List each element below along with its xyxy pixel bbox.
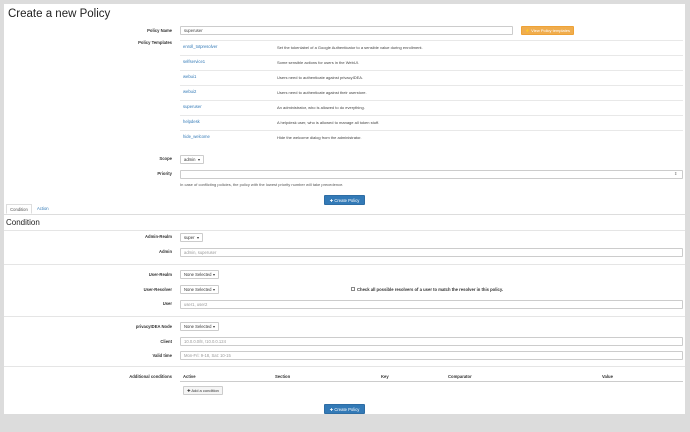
divider [4, 264, 685, 265]
plus-icon: ✚ [329, 407, 334, 412]
col-active: Active [183, 374, 196, 379]
priority-input[interactable] [180, 170, 683, 179]
user-realm-label: User-Realm [148, 272, 172, 277]
view-templates-button[interactable]: ⚡ View Policy templates [521, 26, 574, 35]
add-condition-button[interactable]: ✚ Add a condition [183, 386, 223, 395]
divider [4, 230, 685, 231]
valid-time-input[interactable]: Mon-Fri: 9-18, Sat: 10-15 [180, 351, 683, 360]
template-row: webui1 Users need to authenticate against… [180, 70, 683, 86]
pi-node-value: None Selected [184, 324, 212, 329]
user-realm-value: None Selected [184, 272, 212, 277]
view-templates-label: View Policy templates [531, 28, 570, 33]
user-realm-select[interactable]: None Selected [180, 270, 219, 279]
client-label: Client [160, 339, 172, 344]
template-link[interactable]: webui2 [183, 89, 196, 94]
template-description: Set the tokenlabel of a Google Authentic… [277, 45, 423, 50]
user-label: User [162, 301, 172, 306]
create-policy-label: Create Policy [334, 198, 360, 203]
check-all-resolvers-label: Check all possible resolvers of a user t… [357, 287, 504, 292]
user-resolver-value: None Selected [184, 287, 212, 292]
create-policy-button-bottom[interactable]: ✚ Create Policy [324, 404, 365, 414]
admin-realm-select[interactable]: super [180, 233, 203, 242]
template-description: Hide the welcome dialog from the adminis… [277, 135, 362, 140]
divider [4, 366, 685, 367]
template-row: hide_welcome Hide the welcome dialog from… [180, 130, 683, 146]
chevron-down-icon [213, 274, 215, 276]
divider [4, 316, 685, 317]
template-description: Some sensible actions for users in the W… [277, 60, 359, 65]
scope-value: admin [184, 157, 196, 162]
template-description: A helpdesk user, who is allowed to manag… [277, 120, 380, 125]
conditions-table-header: Active Section Key Comparator Value [180, 372, 683, 382]
priority-label: Priority [157, 171, 172, 176]
policy-name-label: Policy Name [147, 28, 172, 33]
template-row: enroll_totpresolver Set the tokenlabel of… [180, 40, 683, 56]
client-input[interactable]: 10.0.0.0/8, !10.0.0.124 [180, 337, 683, 346]
chevron-down-icon [197, 237, 199, 239]
policy-name-input[interactable]: superuser [180, 26, 513, 35]
col-key: Key [381, 374, 389, 379]
admin-input[interactable]: admin, superuser [180, 248, 683, 257]
scope-label: Scope [159, 156, 172, 161]
tab-condition[interactable]: Condition [6, 204, 32, 214]
template-link[interactable]: hide_welcome [183, 134, 210, 139]
template-description: Users need to authenticate against priva… [277, 75, 364, 80]
lightning-icon: ⚡ [525, 28, 530, 33]
template-row: webui2 Users need to authenticate against… [180, 85, 683, 101]
template-row: helpdesk A helpdesk user, who is allowed … [180, 115, 683, 131]
admin-realm-label: Admin-Realm [145, 234, 172, 239]
plus-icon: ✚ [329, 198, 334, 203]
add-condition-label: Add a condition [191, 388, 219, 393]
template-row: selfservice1 Some sensible actions for us… [180, 55, 683, 71]
check-all-resolvers-checkbox[interactable] [351, 287, 355, 291]
col-section: Section [275, 374, 291, 379]
condition-heading: Condition [6, 218, 40, 227]
tab-bar [4, 207, 685, 215]
page-title: Create a new Policy [8, 8, 111, 20]
template-description: Users need to authenticate against their… [277, 90, 367, 95]
user-resolver-label: User-Resolver [143, 287, 172, 292]
pi-node-select[interactable]: None Selected [180, 322, 219, 331]
pi-node-label: privacyIDEA Node [135, 324, 172, 329]
admin-label: Admin [158, 249, 172, 254]
user-resolver-select[interactable]: None Selected [180, 285, 219, 294]
template-link[interactable]: selfservice1 [183, 59, 205, 64]
admin-realm-value: super [184, 235, 195, 240]
tab-action[interactable]: Action [37, 206, 49, 211]
spinner-icon[interactable]: ⇕ [674, 171, 677, 176]
policy-page: Create a new Policy Policy Name superuse… [4, 4, 685, 414]
template-link[interactable]: superuser [183, 104, 202, 109]
col-comparator: Comparator [448, 374, 472, 379]
additional-conditions-label: Additional conditions [129, 374, 172, 379]
scope-select[interactable]: admin [180, 155, 204, 164]
col-value: Value [602, 374, 613, 379]
create-policy-button-top[interactable]: ✚ Create Policy [324, 195, 365, 205]
template-link[interactable]: helpdesk [183, 119, 200, 124]
create-policy-label: Create Policy [334, 407, 360, 412]
chevron-down-icon [213, 326, 215, 328]
template-description: An administrator, who is allowed to do e… [277, 105, 365, 110]
template-link[interactable]: enroll_totpresolver [183, 44, 217, 49]
chevron-down-icon [198, 159, 200, 161]
template-link[interactable]: webui1 [183, 74, 196, 79]
priority-help: In case of conflicting policies, the pol… [180, 182, 344, 187]
templates-label: Policy Templates [138, 40, 172, 45]
user-input[interactable]: user1, user2 [180, 300, 683, 309]
valid-time-label: Valid time [152, 353, 172, 358]
chevron-down-icon [213, 289, 215, 291]
plus-icon: ✚ [187, 388, 191, 393]
template-row: superuser An administrator, who is allowe… [180, 100, 683, 116]
